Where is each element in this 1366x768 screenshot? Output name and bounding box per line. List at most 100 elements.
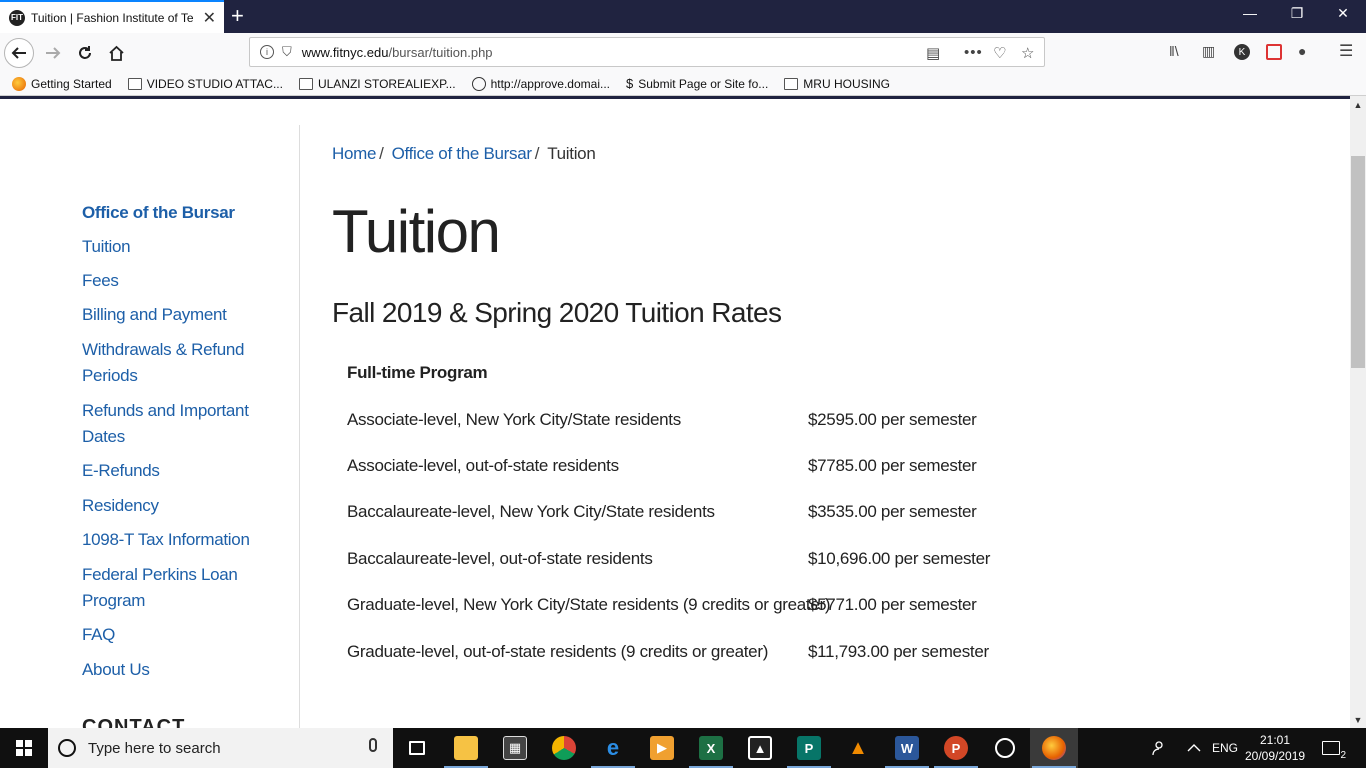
taskbar-powerpoint[interactable]: P [932, 728, 980, 768]
sidebar-item-1098t-tax[interactable]: 1098-T Tax Information [82, 527, 250, 553]
sidebar-item-withdrawals-refund[interactable]: Withdrawals & Refund [82, 337, 244, 363]
bookmark-submit-page[interactable]: $ Submit Page or Site fo... [626, 76, 768, 91]
rate-label: Associate-level, out-of-state residents [347, 456, 619, 475]
sidebar-item-refunds-important[interactable]: Refunds and Important [82, 398, 249, 424]
chevron-up-icon [1187, 744, 1201, 752]
close-window-icon[interactable]: ✕ [1333, 5, 1353, 22]
rate-value: $7785.00 per semester [808, 456, 977, 475]
file-explorer-icon [454, 736, 478, 760]
page-scrollbar[interactable]: ▲ ▼ [1350, 96, 1366, 728]
start-button[interactable] [0, 728, 48, 768]
breadcrumb: Home / Office of the Bursar / Tuition [332, 144, 596, 164]
bookmark-getting-started[interactable]: Getting Started [12, 76, 112, 91]
rate-label: Associate-level, New York City/State res… [347, 410, 681, 429]
extension-k-icon[interactable]: K [1234, 44, 1250, 60]
page-actions-icon[interactable]: ••• [964, 44, 983, 61]
account-icon[interactable]: ● [1298, 43, 1306, 59]
taskbar-media-app[interactable]: ▶ [638, 728, 686, 768]
sidebar-item-refunds-important-dates[interactable]: Dates [82, 424, 125, 450]
reader-view-icon[interactable]: ▤ [926, 44, 940, 62]
forward-button[interactable] [38, 38, 68, 68]
breadcrumb-home-link[interactable]: Home [332, 144, 376, 163]
bookmark-approve-domain[interactable]: http://approve.domai... [471, 76, 610, 91]
taskbar-chrome[interactable] [540, 728, 588, 768]
section-heading: Fall 2019 & Spring 2020 Tuition Rates [332, 297, 782, 328]
url-bar[interactable]: i ⛉ www.fitnyc.edu/bursar/tuition.php ▤ … [249, 37, 1045, 67]
taskbar-file-explorer[interactable] [442, 728, 490, 768]
sidebar-item-e-refunds[interactable]: E-Refunds [82, 458, 160, 484]
sidebar-item-tuition[interactable]: Tuition [82, 234, 131, 260]
rate-label: Baccalaureate-level, out-of-state reside… [347, 549, 653, 568]
show-hidden-icons-chevron-icon[interactable] [1187, 728, 1201, 768]
sidebar-item-faq[interactable]: FAQ [82, 622, 115, 648]
video-app-icon: ▶ [650, 736, 674, 760]
calculator-icon: ▦ [503, 736, 527, 760]
browser-tab-active[interactable]: FIT Tuition | Fashion Institute of Te ✕ [0, 0, 224, 33]
close-tab-icon[interactable]: ✕ [203, 8, 216, 28]
sidebar-item-about-us[interactable]: About Us [82, 657, 150, 683]
taskbar-excel[interactable]: X [687, 728, 735, 768]
windows-taskbar: Type here to search ▦ e ▶ X ▲ P ▲ W P EN… [0, 728, 1366, 768]
sidebar-item-office-of-the-bursar[interactable]: Office of the Bursar [82, 200, 235, 226]
tracking-shield-icon[interactable]: ⛉ [282, 44, 292, 60]
bookmark-ulanzi-store[interactable]: ULANZI STOREALIEXP... [298, 77, 456, 91]
taskbar-word[interactable]: W [883, 728, 931, 768]
bookmark-mru-housing[interactable]: MRU HOUSING [784, 77, 890, 91]
table-row: Associate-level, New York City/State res… [347, 410, 1047, 438]
taskbar-firefox[interactable] [1030, 728, 1078, 768]
cortana-icon [58, 739, 76, 757]
menu-hamburger-icon[interactable]: ☰ [1339, 41, 1353, 61]
restore-window-icon[interactable]: ❐ [1287, 5, 1307, 22]
rate-label: Graduate-level, New York City/State resi… [347, 595, 831, 614]
rate-label: Graduate-level, out-of-state residents (… [347, 642, 769, 661]
rate-value: $5771.00 per semester [808, 595, 977, 614]
bookmark-video-studio[interactable]: VIDEO STUDIO ATTAC... [127, 77, 283, 91]
sidebar-item-perkins-loan-program[interactable]: Program [82, 588, 145, 614]
fit-favicon-icon: FIT [9, 9, 25, 26]
scroll-down-arrow-icon[interactable]: ▼ [1350, 715, 1366, 725]
sidebar-divider [299, 125, 300, 728]
taskbar-photos[interactable]: ▲ [736, 728, 784, 768]
sidebar-item-fees[interactable]: Fees [82, 268, 119, 294]
breadcrumb-bursar-link[interactable]: Office of the Bursar [392, 144, 532, 163]
library-icon[interactable]: ‖\ [1169, 43, 1179, 59]
back-button[interactable] [4, 38, 34, 68]
forward-arrow-icon [46, 47, 61, 59]
people-icon[interactable] [1150, 728, 1166, 768]
site-info-icon[interactable]: i [260, 45, 274, 59]
reload-button[interactable] [70, 38, 100, 68]
taskbar-edge[interactable]: e [589, 728, 637, 768]
scroll-up-arrow-icon[interactable]: ▲ [1350, 100, 1366, 110]
system-clock[interactable]: 21:01 20/09/2019 [1245, 732, 1305, 764]
powerpoint-icon: P [944, 736, 968, 760]
taskbar-calculator[interactable]: ▦ [491, 728, 539, 768]
rate-value: $2595.00 per semester [808, 410, 977, 429]
contact-heading: CONTACT [82, 716, 186, 728]
taskbar-search-placeholder: Type here to search [88, 739, 221, 757]
taskbar-vlc[interactable]: ▲ [834, 728, 882, 768]
s-icon: $ [625, 76, 634, 91]
globe-icon [471, 76, 486, 91]
taskbar-search-box[interactable]: Type here to search [48, 728, 393, 768]
home-button[interactable] [101, 38, 131, 68]
pocket-icon[interactable]: ♡ [993, 44, 1006, 62]
firefox-icon [12, 76, 26, 91]
sidebar-toggle-icon[interactable]: ▥ [1202, 43, 1215, 60]
extension-red-icon[interactable] [1266, 44, 1282, 60]
scrollbar-thumb[interactable] [1351, 156, 1365, 368]
minimize-window-icon[interactable]: — [1240, 5, 1260, 21]
sidebar-item-perkins-loan[interactable]: Federal Perkins Loan [82, 562, 238, 588]
sidebar-item-withdrawals-refund-periods[interactable]: Periods [82, 363, 138, 389]
microphone-icon[interactable] [369, 738, 377, 752]
action-center-button[interactable]: 2 [1322, 728, 1346, 768]
sidebar-item-residency[interactable]: Residency [82, 493, 159, 519]
task-view-button[interactable] [393, 728, 441, 768]
new-tab-button[interactable]: + [231, 3, 244, 29]
url-text[interactable]: www.fitnyc.edu/bursar/tuition.php [302, 45, 493, 60]
taskbar-publisher[interactable]: P [785, 728, 833, 768]
language-indicator[interactable]: ENG [1212, 728, 1238, 768]
taskbar-alarms[interactable] [981, 728, 1029, 768]
publisher-icon: P [797, 736, 821, 760]
bookmark-star-icon[interactable]: ☆ [1021, 44, 1034, 62]
sidebar-item-billing-and-payment[interactable]: Billing and Payment [82, 302, 227, 328]
